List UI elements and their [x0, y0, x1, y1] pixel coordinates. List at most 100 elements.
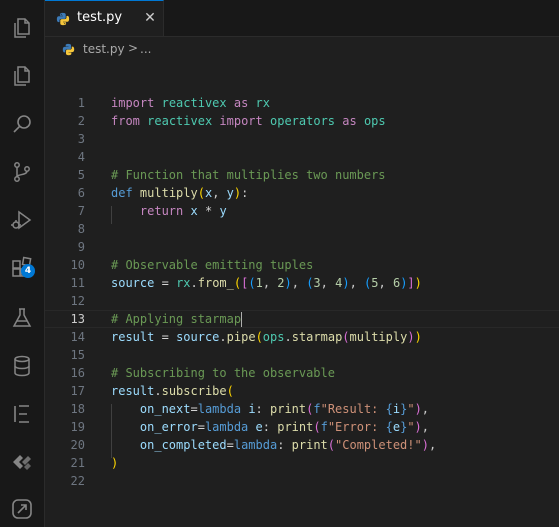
code-token: starmap: [291, 330, 343, 344]
accounts-icon[interactable]: [6, 493, 38, 525]
code-token: x: [190, 204, 198, 218]
code-line[interactable]: 14 result = source.pipe(ops.starmap(multi…: [45, 328, 559, 346]
code-text: ): [111, 454, 118, 472]
code-token: 3: [313, 276, 321, 290]
line-number: 12: [70, 294, 85, 308]
line-number: 1: [77, 96, 85, 110]
code-token: e: [255, 420, 263, 434]
code-line[interactable]: 13 # Applying starmap: [45, 310, 559, 328]
text-cursor: [241, 312, 243, 327]
code-token: print: [270, 402, 307, 416]
code-token: ": [407, 402, 415, 416]
database-icon[interactable]: [6, 350, 38, 382]
code-line[interactable]: 21): [45, 454, 559, 472]
code-line[interactable]: 1 import reactivex as rx: [45, 94, 559, 112]
code-token: print: [291, 438, 328, 452]
code-token: ): [421, 438, 429, 452]
code-token: source: [176, 330, 220, 344]
code-line[interactable]: 2 from reactivex import operators as ops: [45, 112, 559, 130]
code-line[interactable]: 17 result.subscribe(: [45, 382, 559, 400]
code-token: # Observable emitting tuples: [111, 258, 314, 272]
search-icon[interactable]: [6, 108, 38, 140]
code-token: ): [342, 276, 350, 290]
code-token: i: [392, 402, 401, 416]
code-text: source = rx.from_([(1, 2), (3, 4), (5, 6…: [111, 274, 422, 292]
line-number: 2: [77, 114, 85, 128]
line-number: 20: [70, 438, 85, 452]
code-token: ,: [421, 402, 430, 416]
code-token: ): [407, 330, 415, 344]
code-token: reactivex: [161, 96, 227, 110]
code-line[interactable]: 6 def multiply(x, y):: [45, 184, 559, 202]
code-token: ops: [363, 114, 386, 128]
explorer-icon[interactable]: [6, 12, 38, 44]
code-editor[interactable]: 1 import reactivex as rx 2 from reactivex i…: [45, 62, 559, 527]
code-token: e: [392, 420, 401, 434]
code-text: def multiply(x, y):: [111, 184, 248, 202]
code-token: from: [111, 114, 140, 128]
code-token: def: [111, 186, 133, 200]
code-token: y: [219, 204, 227, 218]
line-number: 22: [70, 474, 85, 488]
code-text: import reactivex as rx: [111, 94, 270, 112]
code-token: 5: [371, 276, 379, 290]
code-line[interactable]: 7 return x * y: [45, 202, 559, 220]
code-line[interactable]: 5 # Function that multiplies two numbers: [45, 166, 559, 184]
code-token: .: [219, 330, 227, 344]
code-token: (: [197, 186, 205, 200]
tab-test-py[interactable]: test.py ✕: [45, 0, 164, 36]
code-token: (: [255, 330, 263, 344]
code-line[interactable]: 11 source = rx.from_([(1, 2), (3, 4), (5,…: [45, 274, 559, 292]
code-line[interactable]: 12: [45, 292, 559, 310]
code-token: "Error:: [327, 420, 386, 434]
code-line[interactable]: 8: [45, 220, 559, 238]
code-line[interactable]: 3: [45, 130, 559, 148]
code-token: lambda: [204, 420, 249, 434]
code-line[interactable]: 15: [45, 346, 559, 364]
code-token: (: [342, 330, 350, 344]
python-file-icon: [56, 12, 70, 26]
remote-explorer-icon[interactable]: [6, 446, 38, 478]
outline-icon[interactable]: [6, 398, 38, 430]
code-token: multiply: [139, 186, 198, 200]
code-text: # Function that multiplies two numbers: [111, 166, 386, 184]
close-tab-icon[interactable]: ✕: [142, 10, 158, 26]
line-number: 8: [77, 222, 85, 236]
tab-label: test.py: [77, 10, 123, 25]
code-token: ,: [349, 276, 365, 290]
line-number: 4: [77, 150, 85, 164]
code-token: :: [277, 438, 292, 452]
code-line[interactable]: 4: [45, 148, 559, 166]
code-line[interactable]: 22: [45, 472, 559, 490]
code-line[interactable]: 20 on_completed=lambda: print("Completed…: [45, 436, 559, 454]
code-text: from reactivex import operators as ops: [111, 112, 386, 130]
code-token: y: [226, 186, 234, 200]
line-number: 7: [77, 204, 85, 218]
testing-flask-icon[interactable]: [6, 302, 38, 334]
breadcrumb-more[interactable]: ...: [140, 42, 151, 56]
activity-bar: 4: [0, 0, 45, 527]
files-icon[interactable]: [6, 60, 38, 92]
line-number: 16: [70, 366, 85, 380]
code-line[interactable]: 18 on_next=lambda i: print(f"Result: {i}…: [45, 400, 559, 418]
code-token: ): [414, 330, 422, 344]
code-line[interactable]: 19 on_error=lambda e: print(f"Error: {e}…: [45, 418, 559, 436]
code-line[interactable]: 10 # Observable emitting tuples: [45, 256, 559, 274]
line-number: 15: [70, 348, 85, 362]
code-line[interactable]: 16 # Subscribing to the observable: [45, 364, 559, 382]
code-token: ,: [428, 438, 437, 452]
source-control-icon[interactable]: [6, 156, 38, 188]
code-token: f: [320, 420, 328, 434]
breadcrumb-file[interactable]: test.py: [83, 42, 125, 56]
code-line[interactable]: 9: [45, 238, 559, 256]
code-token: "Completed!": [335, 438, 422, 452]
code-token: on_error: [139, 420, 198, 434]
run-debug-icon[interactable]: [6, 204, 38, 236]
